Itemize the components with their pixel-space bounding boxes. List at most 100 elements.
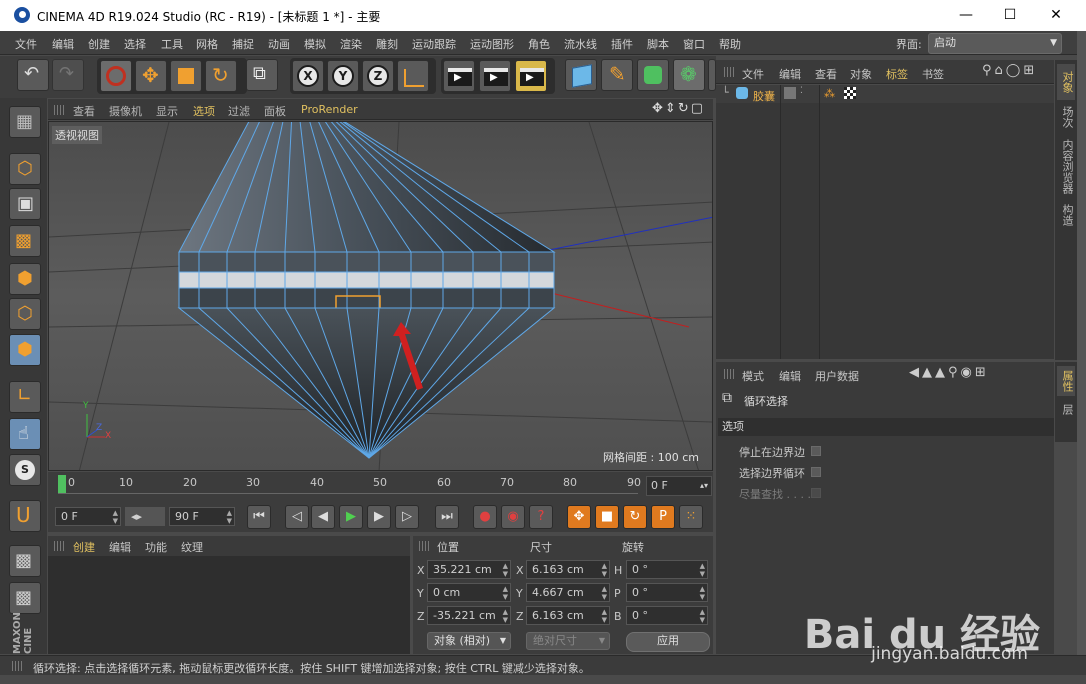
- menu-tools[interactable]: 工具: [161, 36, 183, 52]
- size-mode-select[interactable]: 绝对尺寸 ▼: [526, 632, 610, 650]
- material-menu-function[interactable]: 功能: [145, 539, 167, 555]
- viewport-menu-options[interactable]: 选项: [193, 103, 215, 119]
- visibility-toggle-icon[interactable]: [784, 87, 796, 99]
- pen-button[interactable]: ✎: [601, 59, 633, 91]
- maximize-button[interactable]: ☐: [987, 0, 1033, 31]
- undo-button[interactable]: ↶: [17, 59, 49, 91]
- live-select-button[interactable]: [100, 60, 132, 92]
- stop-at-boundary-checkbox[interactable]: [811, 446, 821, 456]
- previous-frame-button[interactable]: ◀: [311, 505, 335, 529]
- timeline-playhead[interactable]: [58, 475, 66, 493]
- object-row[interactable]: └ 胶囊 ⁚ ⁂: [716, 85, 1054, 359]
- menu-render[interactable]: 渲染: [340, 36, 362, 52]
- object-list[interactable]: └ 胶囊 ⁚ ⁂: [716, 85, 1054, 359]
- object-menu-tags[interactable]: 标签: [886, 66, 908, 82]
- workplane-button[interactable]: ▩: [9, 225, 41, 257]
- menu-motion-tracking[interactable]: 运动跟踪: [412, 36, 456, 52]
- end-frame-field[interactable]: 90 F ▲ ▼: [169, 507, 235, 526]
- size-y-field[interactable]: 4.667 cm ▲ ▼: [526, 583, 610, 602]
- layer-dots-icon[interactable]: ⁚: [800, 86, 803, 96]
- polygons-mode-button[interactable]: ⬢: [9, 334, 41, 366]
- render-to-picture-viewer-button[interactable]: [479, 60, 511, 92]
- tab-attributes[interactable]: 属性: [1057, 366, 1075, 396]
- attribute-menu-mode[interactable]: 模式: [742, 368, 764, 384]
- point-level-animation-button[interactable]: ⁙: [679, 505, 703, 529]
- rotation-h-field[interactable]: 0 ° ▲ ▼: [626, 560, 708, 579]
- attribute-menu-user-data[interactable]: 用户数据: [815, 368, 859, 384]
- options-section[interactable]: 选项: [718, 418, 1054, 436]
- viewport-menu-prorender[interactable]: ProRender: [301, 103, 358, 116]
- rotate-button[interactable]: ↻: [205, 60, 237, 92]
- minimize-button[interactable]: —: [943, 0, 989, 31]
- next-frame-button[interactable]: ▶: [367, 505, 391, 529]
- make-editable-button[interactable]: ▦: [9, 106, 41, 138]
- planar-workplane-button[interactable]: ▩: [9, 582, 41, 614]
- menu-create[interactable]: 创建: [88, 36, 110, 52]
- menu-script[interactable]: 脚本: [647, 36, 669, 52]
- points-mode-button[interactable]: ⬢: [9, 263, 41, 295]
- model-mode-button[interactable]: ⬡: [9, 153, 41, 185]
- layout-select[interactable]: 启动 ▼: [928, 33, 1062, 54]
- viewport-menu-view[interactable]: 查看: [73, 103, 95, 119]
- tab-layers[interactable]: 层: [1057, 398, 1075, 420]
- material-menu-create[interactable]: 创建: [73, 539, 95, 555]
- cube-button[interactable]: [565, 59, 597, 91]
- object-menu-object[interactable]: 对象: [850, 66, 872, 82]
- attribute-manager-nav-icons[interactable]: ◀▲▲⚲◉⊞: [909, 365, 989, 380]
- current-frame-field[interactable]: 0 F ▴▾: [646, 476, 712, 496]
- timeline[interactable]: 0 10 20 30 40 50 60 70 80 90 0 F ▴▾: [48, 472, 713, 502]
- viewport-menu-camera[interactable]: 摄像机: [109, 103, 142, 119]
- start-frame-field[interactable]: 0 F ▲ ▼: [55, 507, 121, 526]
- recent-tools-button[interactable]: ⧉: [246, 59, 278, 91]
- position-z-field[interactable]: -35.221 cm ▲ ▼: [427, 606, 511, 625]
- attribute-menu-edit[interactable]: 编辑: [779, 368, 801, 384]
- scale-button[interactable]: [170, 60, 202, 92]
- position-key-button[interactable]: ✥: [567, 505, 591, 529]
- subdivision-button[interactable]: [637, 59, 669, 91]
- rotation-p-field[interactable]: 0 ° ▲ ▼: [626, 583, 708, 602]
- menu-character[interactable]: 角色: [528, 36, 550, 52]
- tab-structure[interactable]: 构造: [1057, 200, 1075, 230]
- size-z-field[interactable]: 6.163 cm ▲ ▼: [526, 606, 610, 625]
- go-to-start-button[interactable]: ⏮: [247, 505, 271, 529]
- autokey-button[interactable]: ◉: [501, 505, 525, 529]
- y-axis-button[interactable]: Y: [327, 60, 359, 92]
- object-menu-bookmarks[interactable]: 书签: [922, 66, 944, 82]
- viewport-menu-filter[interactable]: 过滤: [228, 103, 250, 119]
- tab-takes[interactable]: 场次: [1057, 102, 1075, 132]
- menu-edit[interactable]: 编辑: [52, 36, 74, 52]
- z-axis-button[interactable]: Z: [362, 60, 394, 92]
- menu-window[interactable]: 窗口: [683, 36, 705, 52]
- material-menu-texture[interactable]: 纹理: [181, 539, 203, 555]
- position-x-field[interactable]: 35.221 cm ▲ ▼: [427, 560, 511, 579]
- scale-key-button[interactable]: ■: [595, 505, 619, 529]
- rotation-key-button[interactable]: ↻: [623, 505, 647, 529]
- keyframe-selection-button[interactable]: ?: [529, 505, 553, 529]
- menu-file[interactable]: 文件: [15, 36, 37, 52]
- object-menu-file[interactable]: 文件: [742, 66, 764, 82]
- object-manager-nav-icons[interactable]: ⚲⌂◯⊞: [982, 63, 1037, 78]
- x-axis-button[interactable]: X: [292, 60, 324, 92]
- material-manager-panel[interactable]: [48, 556, 410, 654]
- size-x-field[interactable]: 6.163 cm ▲ ▼: [526, 560, 610, 579]
- menu-snap[interactable]: 捕捉: [232, 36, 254, 52]
- snap-button[interactable]: S: [9, 454, 41, 486]
- menu-pipeline[interactable]: 流水线: [564, 36, 597, 52]
- cloner-button[interactable]: ❁: [673, 59, 705, 91]
- coordinate-system-button[interactable]: [397, 60, 429, 92]
- selection-tag-icon[interactable]: ⁂: [824, 87, 835, 100]
- lock-workplane-button[interactable]: ▩: [9, 545, 41, 577]
- render-settings-button[interactable]: [515, 60, 547, 92]
- menu-mesh[interactable]: 网格: [196, 36, 218, 52]
- next-key-button[interactable]: ▷: [395, 505, 419, 529]
- greedy-search-checkbox[interactable]: [811, 488, 821, 498]
- more-tools-button[interactable]: [708, 59, 716, 91]
- render-view-button[interactable]: [443, 60, 475, 92]
- object-menu-edit[interactable]: 编辑: [779, 66, 801, 82]
- previous-key-button[interactable]: ◁: [285, 505, 309, 529]
- object-menu-view[interactable]: 查看: [815, 66, 837, 82]
- enable-axis-button[interactable]: ∟: [9, 381, 41, 413]
- material-menu-edit[interactable]: 编辑: [109, 539, 131, 555]
- tweak-mode-button[interactable]: ☝: [9, 418, 41, 450]
- menu-animate[interactable]: 动画: [268, 36, 290, 52]
